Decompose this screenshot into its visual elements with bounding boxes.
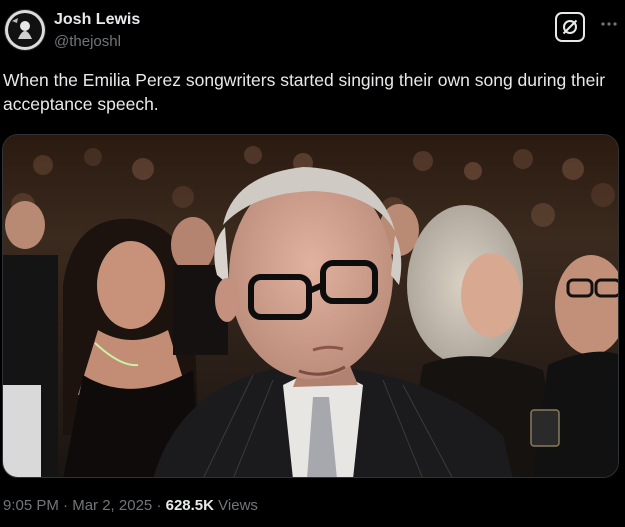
tweet-date[interactable]: Mar 2, 2025 [72, 497, 152, 514]
tweet-card: Josh Lewis @thejoshl When the Emilia Per… [0, 0, 625, 527]
tweet-time[interactable]: 9:05 PM [3, 497, 59, 514]
tweet-text: When the Emilia Perez songwriters starte… [3, 70, 606, 114]
author-name[interactable]: Josh Lewis [54, 11, 140, 29]
tweet-media-image[interactable] [2, 134, 619, 478]
views-label: Views [218, 497, 258, 514]
views-count[interactable]: 628.5K [166, 497, 214, 514]
grok-icon [562, 19, 578, 35]
more-options-icon [601, 22, 617, 26]
meta-separator-2: · [156, 497, 162, 514]
meta-separator: · [63, 497, 69, 514]
tweet-meta: 9:05 PM · Mar 2, 2025 · 628.5K Views [3, 497, 258, 514]
more-options-button[interactable] [597, 12, 621, 36]
avatar[interactable] [4, 9, 46, 51]
grok-button[interactable] [555, 12, 585, 42]
author-handle[interactable]: @thejoshl [54, 33, 121, 50]
